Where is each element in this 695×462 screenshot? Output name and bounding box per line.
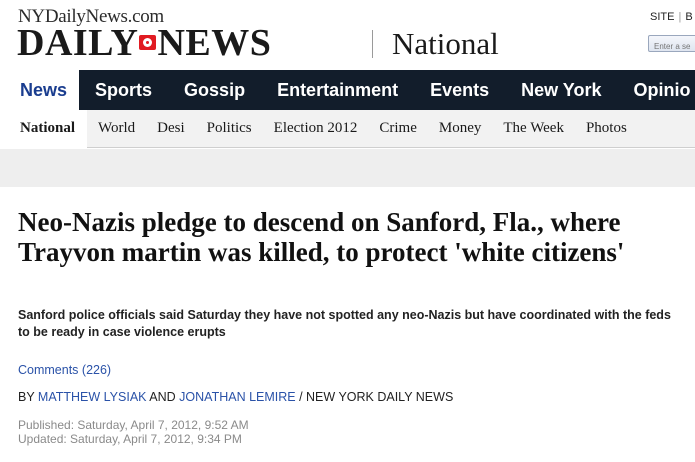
author-link-matthew-lysiak[interactable]: MATTHEW LYSIAK [38, 390, 147, 404]
search-scope-separator: | [678, 11, 682, 23]
byline-and: AND [146, 390, 180, 404]
comments-link[interactable]: Comments (226) [18, 363, 111, 377]
updated-date: Updated: Saturday, April 7, 2012, 9:34 P… [18, 432, 242, 446]
nav-item-events[interactable]: Events [414, 70, 505, 110]
subnav-item-national[interactable]: National [8, 109, 88, 148]
article-subhead: Sanford police officials said Saturday t… [18, 308, 671, 339]
article-byline: BY MATTHEW LYSIAK AND JONATHAN LEMIRE / … [18, 390, 453, 404]
masthead-divider [372, 30, 373, 58]
nav-item-gossip[interactable]: Gossip [168, 70, 261, 110]
subnav-item-crime[interactable]: Crime [368, 110, 428, 148]
subnav-item-politics[interactable]: Politics [196, 110, 263, 148]
article-dates: Published: Saturday, April 7, 2012, 9:52… [18, 418, 249, 446]
nav-item-new-york[interactable]: New York [505, 70, 617, 110]
subnav-item-money[interactable]: Money [428, 110, 493, 148]
subnav-item-the-week[interactable]: The Week [492, 110, 575, 148]
daily-news-logo[interactable]: DAILY NEWS [17, 23, 271, 63]
section-title: National [392, 26, 499, 61]
search-scope-other[interactable]: B [685, 11, 692, 23]
search-box [648, 35, 695, 54]
search-scope-site[interactable]: SITE [650, 11, 674, 23]
subnav-item-photos[interactable]: Photos [575, 110, 638, 148]
masthead: NYDailyNews.com DAILY NEWS National SITE |… [0, 0, 695, 70]
nav-item-opinion[interactable]: Opinio [618, 70, 695, 110]
logo-word-daily: DAILY [17, 22, 139, 64]
logo-word-news: NEWS [157, 22, 272, 64]
article-headline: Neo-Nazis pledge to descend on Sanford, … [18, 207, 625, 267]
secondary-nav: National World Desi Politics Election 20… [8, 109, 695, 148]
nav-item-sports[interactable]: Sports [79, 70, 168, 110]
nav-item-entertainment[interactable]: Entertainment [261, 70, 414, 110]
author-link-jonathan-lemire[interactable]: JONATHAN LEMIRE [179, 390, 295, 404]
camera-icon [139, 35, 157, 50]
nav-item-news[interactable]: News [8, 70, 80, 110]
search-scope: SITE | B [650, 11, 693, 23]
byline-source: / NEW YORK DAILY NEWS [295, 390, 454, 404]
search-input[interactable] [649, 39, 695, 54]
subnav-item-world[interactable]: World [87, 110, 146, 148]
primary-nav: News Sports Gossip Entertainment Events … [8, 70, 695, 110]
subnav-item-election-2012[interactable]: Election 2012 [263, 110, 369, 148]
published-date: Published: Saturday, April 7, 2012, 9:52… [18, 418, 249, 432]
content-gap [0, 149, 695, 187]
byline-prefix: BY [18, 390, 38, 404]
subnav-item-desi[interactable]: Desi [146, 110, 196, 148]
